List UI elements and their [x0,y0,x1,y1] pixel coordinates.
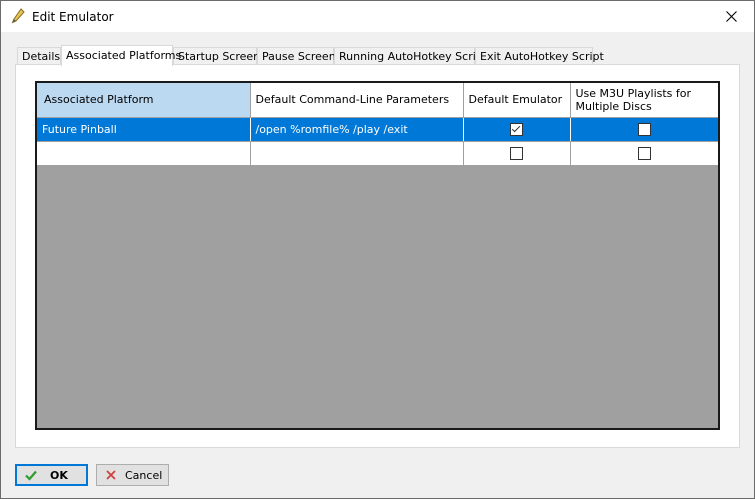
table-row[interactable]: Future Pinball /open %romfile% /play /ex… [37,117,718,142]
default-emulator-cell[interactable] [463,117,571,142]
pencil-icon [11,8,25,24]
column-header-use-m3u-playlists[interactable]: Use M3U Playlists for Multiple Discs [570,83,718,118]
tab-pause-screen[interactable]: Pause Screen [257,47,336,64]
column-header-associated-platform[interactable]: Associated Platform [37,83,251,118]
default-emulator-checkbox[interactable] [510,122,523,136]
command-line-cell[interactable]: /open %romfile% /play /exit [250,117,464,142]
use-m3u-cell[interactable] [570,117,718,142]
window-title: Edit Emulator [32,10,114,24]
ok-label: OK [50,468,68,482]
platforms-grid[interactable]: Associated Platform Default Command-Line… [35,81,720,430]
default-emulator-cell[interactable] [463,141,571,166]
tab-associated-platforms[interactable]: Associated Platforms [61,45,181,66]
edit-emulator-window: Edit Emulator Details Associated Platfor… [0,0,755,499]
close-button[interactable] [708,1,754,32]
use-m3u-cell[interactable] [570,141,718,166]
command-line-cell[interactable] [250,141,464,166]
ok-button[interactable]: OK [15,464,88,486]
checkmark-icon [25,469,37,481]
close-icon [725,11,737,22]
tab-startup-screen[interactable]: Startup Screen [173,47,260,64]
x-icon [105,469,117,481]
associated-platforms-panel: Associated Platform Default Command-Line… [15,64,740,448]
cancel-label: Cancel [125,468,163,482]
platform-cell[interactable]: Future Pinball [37,117,251,142]
tab-exit-autohotkey-script[interactable]: Exit AutoHotkey Script [475,47,604,64]
title-bar: Edit Emulator [1,1,754,32]
default-emulator-checkbox[interactable] [510,146,523,160]
use-m3u-checkbox[interactable] [637,122,651,136]
cancel-button[interactable]: Cancel [96,464,169,486]
use-m3u-checkbox[interactable] [637,146,651,160]
column-header-default-emulator[interactable]: Default Emulator [463,83,571,118]
tab-details[interactable]: Details [17,47,61,64]
tab-running-autohotkey-script[interactable]: Running AutoHotkey Script [334,47,487,64]
column-header-command-line-parameters[interactable]: Default Command-Line Parameters [250,83,464,118]
platform-cell[interactable] [37,141,251,166]
table-row[interactable] [37,141,718,166]
